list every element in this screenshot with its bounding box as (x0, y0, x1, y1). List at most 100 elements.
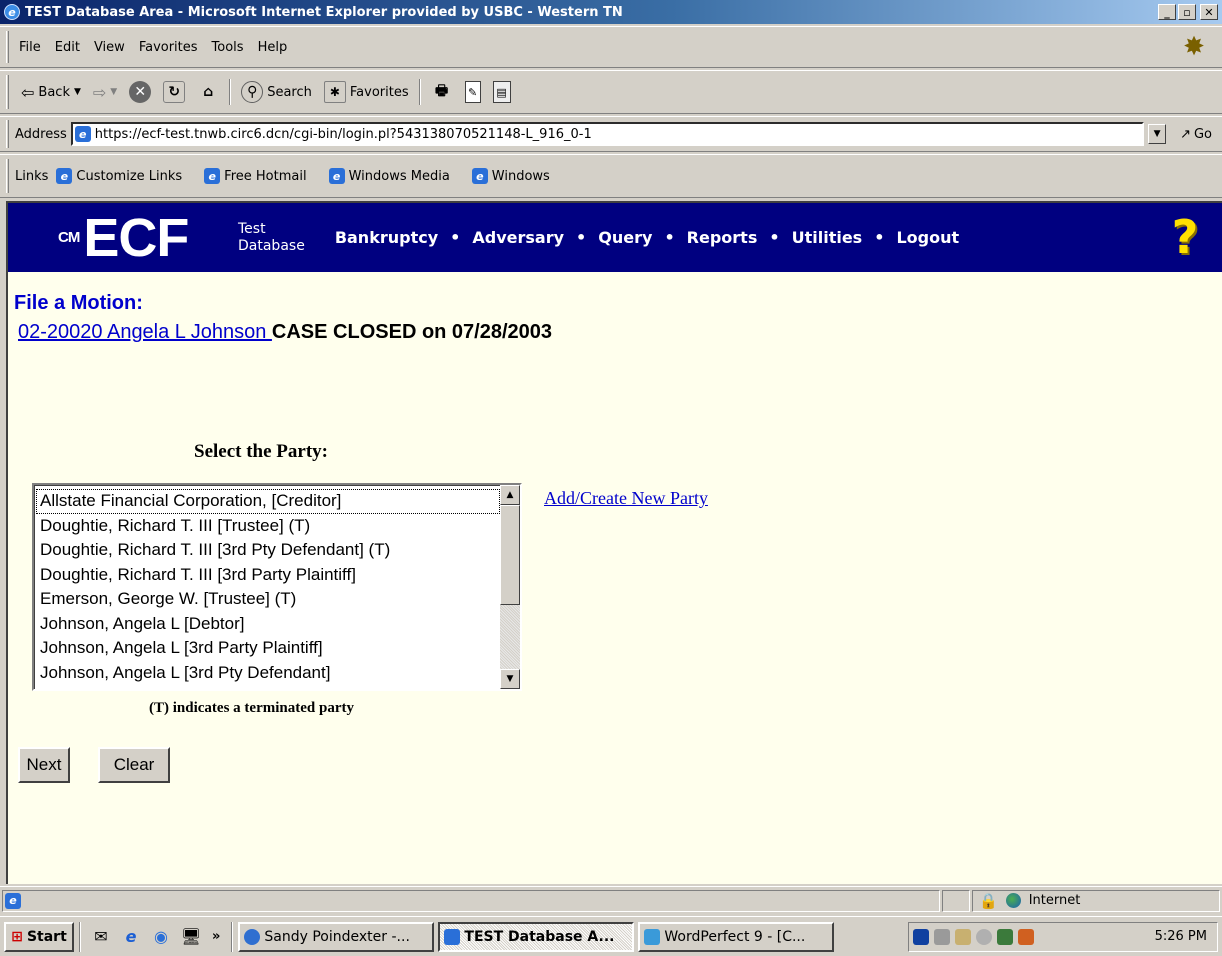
terminated-party-note: (T) indicates a terminated party (149, 700, 354, 716)
party-option[interactable]: Doughtie, Richard T. III [Trustee] (T) (36, 514, 500, 539)
nav-bankruptcy[interactable]: Bankruptcy (335, 228, 438, 247)
quicklaunch-more-icon[interactable]: » (212, 929, 220, 944)
task-test-database[interactable]: TEST Database A... (438, 921, 635, 952)
link-customize-links[interactable]: e Customize Links (54, 168, 182, 184)
clear-button[interactable]: Clear (98, 747, 170, 783)
next-button[interactable]: Next (18, 747, 70, 783)
party-option[interactable]: Johnson, Angela L [Debtor] (36, 612, 500, 637)
menu-favorites[interactable]: Favorites (135, 40, 208, 55)
main-nav: Bankruptcy • Adversary • Query • Reports… (335, 228, 959, 247)
scroll-down-icon[interactable]: ▼ (500, 669, 520, 689)
status-panel (942, 889, 970, 912)
party-option[interactable]: Johnson, Angela L [3rd Pty Defendant] (36, 661, 500, 686)
menu-edit[interactable]: Edit (51, 40, 90, 55)
menu-help[interactable]: Help (254, 40, 298, 55)
nav-utilities[interactable]: Utilities (792, 228, 863, 247)
nav-query[interactable]: Query (598, 228, 652, 247)
print-button[interactable]: 🖶 (425, 81, 459, 103)
forward-button[interactable]: ⇨ ▼ (87, 83, 123, 102)
start-button[interactable]: ⊞ Start (4, 921, 74, 952)
scroll-up-icon[interactable]: ▲ (500, 485, 520, 505)
go-arrow-icon: ↗ (1180, 126, 1191, 142)
nav-reports[interactable]: Reports (687, 228, 758, 247)
outlook-express-icon[interactable]: ✉ (90, 926, 112, 948)
party-option[interactable]: Doughtie, Richard T. III [3rd Party Plai… (36, 563, 500, 588)
link-free-hotmail[interactable]: e Free Hotmail (202, 168, 307, 184)
toolbar-grip[interactable] (6, 120, 9, 148)
address-url: https://ecf-test.tnwb.circ6.dcn/cgi-bin/… (94, 126, 592, 142)
search-button[interactable]: ⚲ Search (235, 81, 318, 103)
status-bar: e 🔒 Internet (0, 886, 1222, 914)
links-bar: Links e Customize Links e Free Hotmail e… (0, 154, 1222, 198)
scroll-track[interactable] (500, 605, 520, 669)
status-text: e (2, 889, 940, 912)
system-tray: 5:26 PM (908, 921, 1218, 952)
close-button[interactable]: ✕ (1200, 4, 1218, 20)
party-option[interactable]: Johnson, Angela L [3rd Party Plaintiff] (36, 636, 500, 661)
taskbar-separator (79, 921, 81, 952)
party-listbox[interactable]: Allstate Financial Corporation, [Credito… (32, 483, 522, 691)
task-sandy-poindexter[interactable]: Sandy Poindexter -... (238, 921, 435, 952)
menu-view[interactable]: View (90, 40, 135, 55)
task-wordperfect[interactable]: WordPerfect 9 - [C... (638, 921, 835, 952)
address-input[interactable]: e https://ecf-test.tnwb.circ6.dcn/cgi-bi… (70, 122, 1145, 146)
add-create-party-link[interactable]: Add/Create New Party (544, 488, 708, 509)
maximize-button[interactable]: ▫ (1178, 4, 1196, 20)
link-windows[interactable]: e Windows (470, 168, 550, 184)
media-player-icon[interactable]: ◉ (150, 926, 172, 948)
back-dropdown-icon[interactable]: ▼ (74, 87, 81, 97)
case-status: CASE CLOSED on 07/28/2003 (271, 321, 553, 343)
home-button[interactable]: ⌂ (191, 81, 225, 103)
link-ie-icon: e (204, 168, 221, 184)
tray-antivirus-icon[interactable] (1018, 928, 1034, 945)
tray-status-icon[interactable] (976, 928, 992, 945)
start-label: Start (26, 928, 67, 945)
help-icon[interactable]: ? (1166, 210, 1204, 264)
minimize-button[interactable]: _ (1158, 4, 1176, 20)
go-label: Go (1193, 126, 1212, 142)
tray-network-icon[interactable] (934, 928, 950, 945)
volume-icon[interactable] (955, 928, 971, 945)
toolbar-grip[interactable] (6, 31, 9, 63)
party-option[interactable]: Allstate Financial Corporation, [Credito… (36, 489, 500, 514)
refresh-button[interactable]: ↻ (157, 81, 191, 103)
party-listbox-scrollbar[interactable]: ▲ ▼ (500, 485, 520, 689)
nav-adversary[interactable]: Adversary (472, 228, 564, 247)
select-party-label: Select the Party: (194, 441, 328, 462)
nav-logout[interactable]: Logout (896, 228, 959, 247)
clock[interactable]: 5:26 PM (1155, 929, 1207, 944)
toolbar-grip[interactable] (6, 159, 9, 193)
stop-button[interactable]: ✕ (123, 81, 157, 103)
discuss-button[interactable]: ▤ (487, 81, 517, 103)
internet-zone-icon (1005, 893, 1021, 908)
nav-separator: • (576, 228, 587, 247)
back-button[interactable]: ⇦ Back ▼ (15, 83, 87, 102)
favorites-button[interactable]: ✱ Favorites (318, 81, 415, 103)
edit-button[interactable]: ✎ (459, 81, 487, 103)
lock-icon: 🔒 (979, 891, 998, 910)
internet-explorer-icon[interactable]: e (120, 926, 142, 948)
party-option[interactable]: Doughtie, Richard T. III [3rd Pty Defend… (36, 538, 500, 563)
printer-icon: 🖶 (435, 83, 449, 99)
toolbar-grip[interactable] (6, 75, 9, 109)
window-titlebar[interactable]: e TEST Database Area - Microsoft Interne… (0, 0, 1222, 24)
address-bar: Address e https://ecf-test.tnwb.circ6.dc… (0, 116, 1222, 152)
address-dropdown-icon[interactable]: ▼ (1148, 124, 1167, 144)
window-title: TEST Database Area - Microsoft Internet … (25, 4, 623, 20)
go-button[interactable]: ↗ Go (1180, 127, 1212, 142)
browser-viewport[interactable]: CM ECF Test Database Bankruptcy • Advers… (6, 201, 1222, 884)
ecf-banner: CM ECF Test Database Bankruptcy • Advers… (8, 203, 1222, 272)
links-label[interactable]: Links (15, 169, 48, 184)
case-link[interactable]: 02-20020 Angela L Johnson (18, 321, 272, 343)
tray-security-icon[interactable] (997, 928, 1013, 945)
desktop-icon[interactable]: 🖥 (180, 926, 202, 948)
tray-app-icon[interactable] (913, 928, 929, 945)
forward-dropdown-icon[interactable]: ▼ (110, 87, 117, 97)
party-option[interactable]: Emerson, George W. [Trustee] (T) (36, 587, 500, 612)
scroll-thumb[interactable] (500, 505, 520, 605)
link-windows-media[interactable]: e Windows Media (327, 168, 450, 184)
nav-separator: • (664, 228, 675, 247)
link-ie-icon: e (56, 168, 73, 184)
menu-tools[interactable]: Tools (208, 40, 254, 55)
menu-file[interactable]: File (15, 40, 51, 55)
